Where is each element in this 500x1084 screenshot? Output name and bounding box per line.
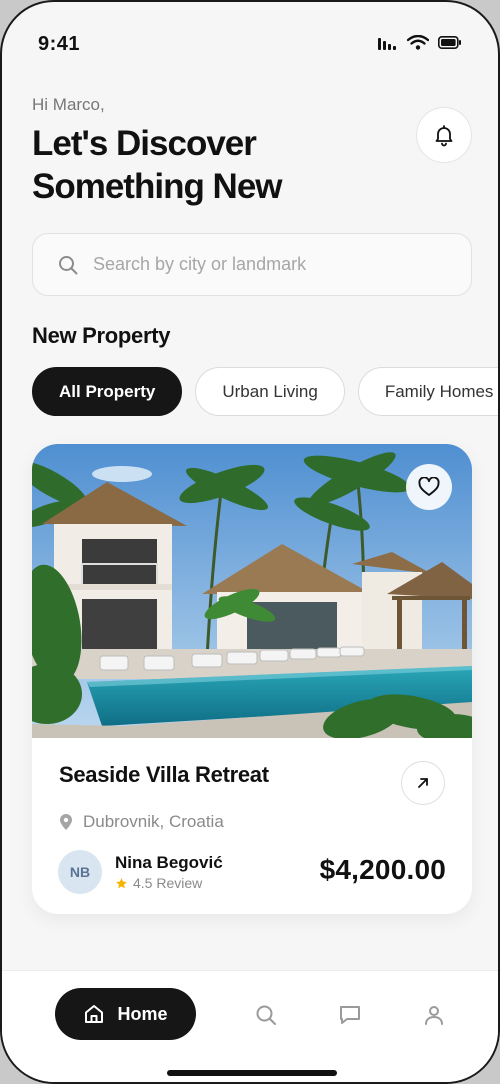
- search-icon: [256, 1005, 276, 1025]
- open-property-button[interactable]: [401, 761, 445, 805]
- page-title: Let's Discover Something New: [32, 124, 283, 206]
- status-time: 9:41: [38, 33, 81, 55]
- section-title: New Property: [32, 323, 171, 348]
- property-location: Dubrovnik, Croatia: [59, 812, 224, 832]
- agent-name: Nina Begović: [115, 853, 223, 872]
- property-card[interactable]: Seaside Villa Retreat Dubrovnik, Croatia…: [32, 444, 472, 914]
- agent-avatar[interactable]: NB: [58, 850, 102, 894]
- location-pin-icon: [60, 814, 72, 830]
- nav-home-label: Home: [117, 1003, 168, 1024]
- greeting-text: Hi Marco,: [32, 95, 105, 114]
- property-name: Seaside Villa Retreat: [59, 762, 269, 787]
- nav-search-button[interactable]: [253, 1002, 279, 1028]
- star-icon: [116, 877, 127, 888]
- nav-home-button[interactable]: Home: [55, 988, 196, 1040]
- bell-icon: [435, 125, 453, 147]
- search-icon: [59, 255, 78, 274]
- heart-icon: [418, 477, 440, 496]
- arrow-up-right-icon: [418, 778, 428, 788]
- status-bar: 9:41: [2, 2, 498, 82]
- property-price: $4,200.00: [319, 854, 446, 885]
- notifications-button[interactable]: [416, 107, 472, 163]
- filter-chip-family-homes[interactable]: Family Homes: [357, 367, 498, 416]
- status-icons: [378, 35, 462, 50]
- search-bar[interactable]: [32, 233, 472, 296]
- nav-messages-button[interactable]: [337, 1002, 363, 1028]
- filter-chip-urban-living[interactable]: Urban Living: [195, 367, 345, 416]
- user-icon: [425, 1006, 443, 1025]
- home-indicator: [167, 1070, 337, 1076]
- signal-icon: [378, 37, 396, 50]
- phone-screen: 9:41 Hi Marco, Let's Discover Something …: [0, 0, 500, 1084]
- rating-text: 4.5 Review: [133, 875, 203, 891]
- bottom-navigation: Home: [2, 970, 498, 1082]
- search-input[interactable]: [93, 254, 433, 275]
- location-text: Dubrovnik, Croatia: [83, 812, 224, 831]
- chat-icon: [340, 1006, 360, 1024]
- nav-profile-button[interactable]: [421, 1002, 447, 1028]
- home-icon: [85, 1005, 104, 1023]
- favorite-button[interactable]: [406, 464, 452, 510]
- battery-icon: [438, 36, 461, 49]
- wifi-icon: [407, 35, 429, 50]
- agent-rating: 4.5 Review: [115, 875, 202, 891]
- filter-chips: All Property Urban Living Family Homes: [32, 367, 498, 416]
- filter-chip-all-property[interactable]: All Property: [32, 367, 183, 416]
